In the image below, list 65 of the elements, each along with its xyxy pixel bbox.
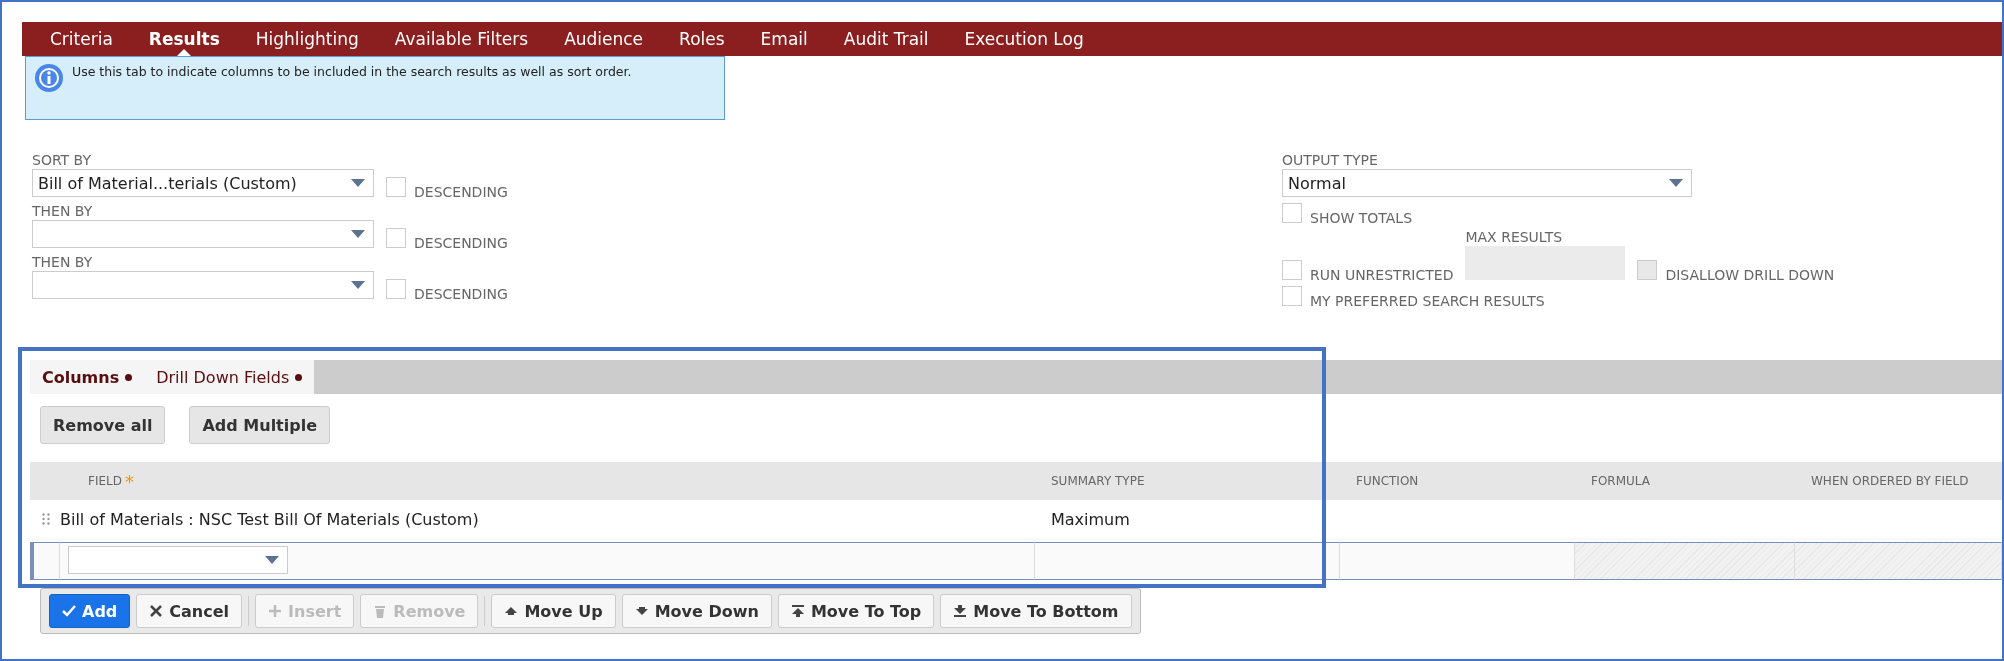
- checkbox-label: SHOW TOTALS: [1310, 210, 1413, 226]
- action-button[interactable]: Move Up: [491, 594, 616, 628]
- field-label: MAX RESULTS: [1465, 229, 1564, 246]
- column-header: WHEN ORDERED BY FIELD: [1811, 474, 1969, 488]
- info-icon: [34, 63, 64, 93]
- list-button[interactable]: Add Multiple: [189, 406, 331, 444]
- field-label: THEN BY: [32, 203, 94, 220]
- subtab[interactable]: Columns: [30, 360, 145, 394]
- checkbox[interactable]: [1282, 203, 1302, 223]
- move-top-icon: [790, 604, 805, 618]
- action-button[interactable]: Cancel: [136, 594, 243, 628]
- close-icon: [149, 604, 164, 618]
- column-header: FIELD: [88, 474, 122, 488]
- table-cell: Maximum: [1051, 509, 1130, 529]
- arrow-up-icon: [504, 604, 519, 618]
- field-label: SORT BY: [32, 152, 92, 169]
- tab[interactable]: Available Filters: [376, 22, 547, 56]
- sort-select[interactable]: [32, 271, 374, 299]
- checkbox-label: RUN UNRESTRICTED: [1310, 267, 1454, 283]
- list-button[interactable]: Remove all: [40, 406, 166, 444]
- sort-select[interactable]: Bill of Material...terials (Custom): [32, 169, 374, 197]
- sort-select[interactable]: [32, 220, 374, 248]
- tab[interactable]: Criteria: [32, 22, 131, 56]
- action-button[interactable]: Move To Top: [777, 594, 935, 628]
- tab[interactable]: Execution Log: [946, 22, 1102, 56]
- trash-icon: [373, 604, 388, 618]
- tab[interactable]: Roles: [661, 22, 743, 56]
- info-text: Use this tab to indicate columns to be included in the search results as well as sort order.: [72, 63, 632, 80]
- column-header: FORMULA: [1591, 474, 1650, 488]
- checkbox-label: MY PREFERRED SEARCH RESULTS: [1310, 293, 1545, 309]
- output-type-select[interactable]: Normal: [1282, 169, 1692, 197]
- caret-icon: [265, 556, 279, 564]
- arrow-down-icon: [634, 604, 649, 618]
- column-header: SUMMARY TYPE: [1051, 474, 1145, 488]
- checkbox[interactable]: [386, 228, 406, 248]
- required-mark: *: [124, 470, 134, 492]
- tab[interactable]: Highlighting: [237, 22, 377, 56]
- checkbox[interactable]: [386, 279, 406, 299]
- caret-icon: [351, 179, 365, 187]
- check-icon: [62, 604, 76, 618]
- field-label: THEN BY: [32, 254, 94, 271]
- field-label: OUTPUT TYPE: [1282, 152, 1379, 169]
- checkbox-label: DESCENDING: [414, 184, 508, 200]
- column-header: FUNCTION: [1356, 474, 1419, 488]
- checkbox-label: DISALLOW DRILL DOWN: [1665, 267, 1835, 283]
- field-select[interactable]: [68, 546, 288, 574]
- checkbox[interactable]: [1282, 286, 1302, 306]
- checkbox[interactable]: [386, 177, 406, 197]
- action-button[interactable]: Move Down: [621, 594, 772, 628]
- checkbox[interactable]: [1282, 260, 1302, 280]
- table-cell: Bill of Materials : NSC Test Bill Of Materials (Custom): [60, 509, 479, 529]
- action-button[interactable]: Move To Bottom: [940, 594, 1132, 628]
- checkbox-label: DESCENDING: [414, 235, 508, 251]
- plus-icon: [268, 604, 283, 618]
- checkbox-label: DESCENDING: [414, 286, 508, 302]
- subtab[interactable]: Drill Down Fields: [144, 360, 315, 394]
- tab[interactable]: Email: [742, 22, 826, 56]
- tab[interactable]: Audience: [546, 22, 662, 56]
- tab[interactable]: Audit Trail: [825, 22, 947, 56]
- caret-icon: [351, 230, 365, 238]
- action-button[interactable]: Add: [49, 594, 131, 628]
- drag-handle-icon[interactable]: [42, 513, 50, 525]
- caret-icon: [1669, 179, 1683, 187]
- move-bottom-icon: [953, 604, 968, 618]
- caret-icon: [351, 281, 365, 289]
